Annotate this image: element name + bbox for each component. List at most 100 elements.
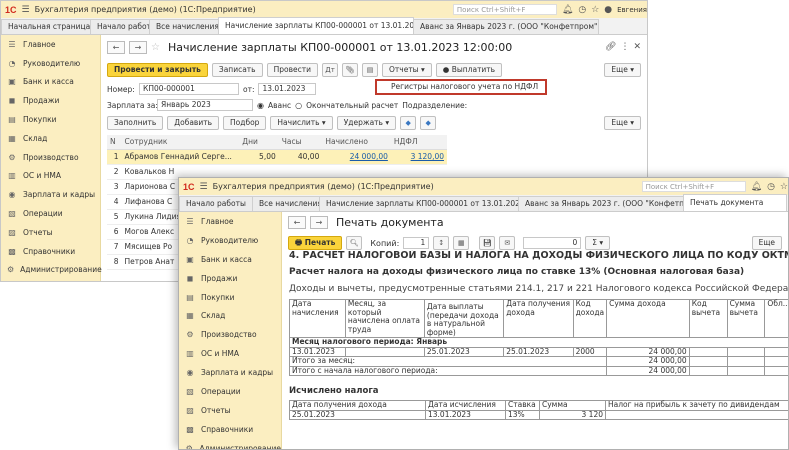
pay-button[interactable]: ● Выплатить <box>435 63 503 77</box>
tab-start[interactable]: Начало работы <box>179 196 253 211</box>
email-icon[interactable]: ✉ <box>499 236 516 250</box>
date-field[interactable]: 13.01.2023 <box>258 83 317 95</box>
tab-start[interactable]: Начало работы <box>90 19 150 34</box>
chart-icon: ◔ <box>186 235 194 245</box>
select-button[interactable]: Подбор <box>223 116 267 130</box>
sidebar-item-warehouse[interactable]: ▦ Склад <box>1 129 100 148</box>
withhold-dropdown[interactable]: Удержать ▾ <box>336 116 397 130</box>
link-icon[interactable]: 🔗︎ <box>605 42 616 52</box>
sidebar-item-directories[interactable]: ▩ Справочники <box>1 242 100 261</box>
print-button[interactable]: 🖶︎ Печать <box>288 236 343 250</box>
back-button[interactable]: ← <box>107 40 125 54</box>
tab-home[interactable]: Начальная страница <box>1 19 91 34</box>
sidebar-item-sales[interactable]: ◼ Продажи <box>1 91 100 110</box>
sidebar-item-production[interactable]: ⚙ Производство <box>1 148 100 167</box>
radio-final-icon[interactable]: ○ <box>295 101 302 110</box>
sidebar-item-assets[interactable]: ▥ ОС и НМА <box>179 344 281 363</box>
attach-icon[interactable]: 📎︎ <box>342 63 358 77</box>
sidebar-item-manager[interactable]: ◔ Руководителю <box>179 231 281 250</box>
sidebar-item-salary[interactable]: ◉ Зарплата и кадры <box>179 363 281 382</box>
move-up-icon[interactable]: ◆ <box>400 116 417 130</box>
warehouse-icon: ▦ <box>186 311 194 321</box>
sidebar-item-production[interactable]: ⚙ Производство <box>179 325 281 344</box>
tax-calc-row[interactable]: 25.01.2023 13.01.2023 13% 3 120 <box>289 409 788 420</box>
bell-icon[interactable]: 🔔︎ <box>562 5 573 15</box>
sidebar-item-reports[interactable]: ▨ Отчеты <box>179 401 281 420</box>
sidebar-item-manager[interactable]: ◔ Руководителю <box>1 54 100 73</box>
ndfl-registers-menu-item[interactable]: Регистры налогового учета по НДФЛ <box>375 79 547 95</box>
salary-period-field[interactable]: Январь 2023 <box>157 99 253 111</box>
more-icon[interactable]: ⋮ <box>620 42 629 52</box>
table-more-button[interactable]: Еще ▾ <box>604 116 641 130</box>
back-button[interactable]: ← <box>288 215 306 229</box>
sidebar-item-directories[interactable]: ▩ Справочники <box>179 420 281 439</box>
more-button[interactable]: Еще <box>751 236 782 250</box>
pay-label: Выплатить <box>451 65 496 74</box>
sidebar-item-warehouse[interactable]: ▦ Склад <box>179 306 281 325</box>
number-label: Номер: <box>107 84 135 94</box>
sidebar-item-admin[interactable]: ⚙ Администрирование <box>179 439 281 449</box>
division-label: Подразделение: <box>402 100 468 110</box>
tab-all-accruals[interactable]: Все начисления <box>252 196 320 211</box>
menu-icon[interactable]: ☰ <box>200 182 208 192</box>
close-icon[interactable]: ✕ <box>633 42 641 52</box>
number-field[interactable]: КП00-000001 <box>139 83 239 95</box>
sidebar-item-main[interactable]: ☰ Главное <box>1 35 100 54</box>
sidebar-item-assets[interactable]: ▥ ОС и НМА <box>1 167 100 186</box>
move-down-icon[interactable]: ◆ <box>420 116 437 130</box>
radio-advance-icon[interactable]: ◉ <box>257 101 264 110</box>
history-icon[interactable]: ◷ <box>767 182 775 192</box>
forward-button[interactable]: → <box>129 40 147 54</box>
favorite-star-icon[interactable]: ☆ <box>151 42 160 53</box>
forward-button[interactable]: → <box>310 215 328 229</box>
preview-icon[interactable]: 🔍︎ <box>346 236 363 250</box>
tab-advance[interactable]: Аванс за Январь 2023 г. (ООО "Конфетпром… <box>518 196 684 211</box>
save-icon[interactable]: 💾︎ <box>479 236 496 250</box>
star-icon[interactable]: ☆ <box>591 5 599 15</box>
sidebar-item-operations[interactable]: ▧ Операции <box>179 382 281 401</box>
tab-all-accruals[interactable]: Все начисления <box>149 19 219 34</box>
sidebar-item-purchases[interactable]: ▤ Покупки <box>1 110 100 129</box>
fill-button[interactable]: Заполнить <box>107 116 164 130</box>
star-icon[interactable]: ☆ <box>780 182 788 192</box>
dt-kt-icon[interactable]: Дт <box>322 63 338 77</box>
tab-salary-document[interactable]: Начисление зарплаты КП00-000001 от 13.01… <box>319 196 519 211</box>
bell-icon[interactable]: 🔔︎ <box>751 182 762 192</box>
edit-icon[interactable]: ▦ <box>453 236 470 250</box>
post-and-close-button[interactable]: Провести и закрыть <box>107 63 208 77</box>
document-icon[interactable]: ▤ <box>362 63 378 77</box>
table-header: N Сотрудник Дни Часы Начислено НДФЛ <box>107 135 447 150</box>
sales-icon: ◼ <box>186 273 194 283</box>
copies-field[interactable]: 1 <box>403 237 430 249</box>
history-icon[interactable]: ◷ <box>578 5 586 15</box>
print-document-window: 1С ☰ Бухгалтерия предприятия (демо) (1С:… <box>178 177 789 450</box>
sidebar-item-reports[interactable]: ▨ Отчеты <box>1 223 100 242</box>
tab-print-document[interactable]: Печать документа <box>683 194 787 211</box>
user-name[interactable]: Евгения <box>617 6 647 14</box>
income-row[interactable]: 13.01.2023 25.01.2023 25.01.2023 2000 24… <box>289 346 788 357</box>
add-button[interactable]: Добавить <box>167 116 220 130</box>
sidebar-item-sales[interactable]: ◼ Продажи <box>179 269 281 288</box>
tab-salary-document[interactable]: Начисление зарплаты КП00-000001 от 13.01… <box>218 17 414 34</box>
save-button[interactable]: Записать <box>211 63 263 77</box>
reports-dropdown[interactable]: Отчеты ▾ <box>382 63 432 77</box>
copies-stepper[interactable]: ↕ <box>433 236 450 250</box>
post-button[interactable]: Провести <box>266 63 318 77</box>
sum-dropdown[interactable]: Σ ▾ <box>585 236 611 250</box>
sidebar-item-bank[interactable]: ▣ Банк и касса <box>179 250 281 269</box>
menu-icon[interactable]: ☰ <box>22 5 30 15</box>
col-payment-date: Дата выплаты (передачи дохода в натураль… <box>423 299 505 338</box>
sidebar-item-purchases[interactable]: ▤ Покупки <box>179 288 281 307</box>
sidebar-item-bank[interactable]: ▣ Банк и касса <box>1 73 100 92</box>
tab-advance[interactable]: Аванс за Январь 2023 г. (ООО "Конфетпром… <box>413 19 599 34</box>
search-input[interactable]: Поиск Ctrl+Shift+F <box>641 181 746 192</box>
more-button[interactable]: Еще ▾ <box>604 63 641 77</box>
sidebar-item-admin[interactable]: ⚙ Администрирование <box>1 261 102 280</box>
production-icon: ⚙ <box>186 330 194 340</box>
table-row[interactable]: 1 Абрамов Геннадий Серге... 5,00 40,00 24 00… <box>107 149 447 165</box>
sidebar-item-operations[interactable]: ▧ Операции <box>1 204 100 223</box>
sidebar-item-main[interactable]: ☰ Главное <box>179 212 281 231</box>
accrue-dropdown[interactable]: Начислить ▾ <box>270 116 333 130</box>
search-input[interactable]: Поиск Ctrl+Shift+F <box>452 4 557 15</box>
sidebar-item-salary[interactable]: ◉ Зарплата и кадры <box>1 185 100 204</box>
